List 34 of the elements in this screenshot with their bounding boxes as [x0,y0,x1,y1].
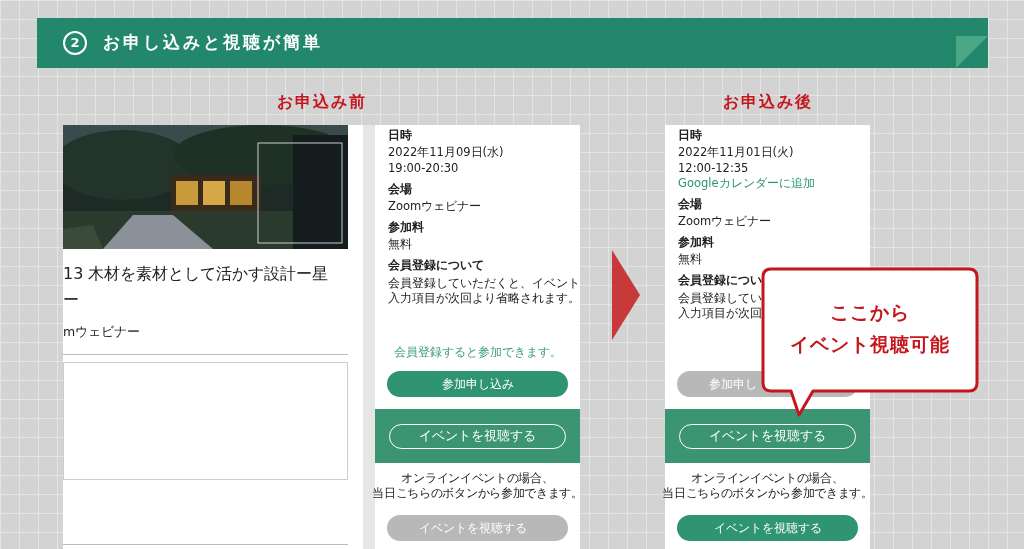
info-heading: 会員登録について [388,258,484,273]
info-paragraph: 会員登録してい 入力項目が次回 [678,291,762,321]
callout-text: ここから イベント視聴可能 [789,300,951,357]
before-label: お申込み前 [275,91,368,110]
info-heading: 会員登録につい [678,273,762,288]
info-heading: 日時 [678,128,702,143]
text-area[interactable] [63,361,348,480]
calendar-link[interactable]: Googleカレンダーに追加 [678,176,815,190]
info-value: Zoomウェビナー [678,214,772,228]
after-label: お申込み後 [721,91,814,110]
arrow-icon [612,250,640,340]
info-heading: 参加料 [388,220,424,235]
info-paragraph: 会員登録していただくと、イベント 入力項目が次回より省略されます。 [388,276,580,306]
primary-button[interactable]: 参加申し込み [387,371,568,397]
step-number: 2 [63,31,87,55]
info-heading: 日時 [388,128,412,143]
event-title: 13 木材を素材として活かす設計ー星 ー [63,263,330,311]
info-value: 2022年11月09日(水) [388,145,504,159]
info-value: 無料 [678,252,702,266]
section-title: お申し込みと視聴が簡単 [103,31,323,55]
corner-fold-drawing [956,36,988,68]
primary-button[interactable]: イベントを視聴する [677,515,858,541]
online-caption: オンラインイベントの場合、 当日こちらのボタンから参加できます。 [372,471,583,501]
registration-note: 会員登録すると参加できます。 [393,343,562,361]
online-caption: オンラインイベントの場合、 当日こちらのボタンから参加できます。 [662,471,873,501]
info-value: 無料 [388,237,412,251]
info-value: 12:00-12:35 [678,161,749,175]
info-heading: 会場 [678,197,702,212]
info-value: 2022年11月01日(火) [678,145,794,159]
info-value: Zoomウェビナー [388,199,482,213]
info-value: 19:00-20:30 [388,161,459,175]
info-heading: 会場 [388,182,412,197]
venue-text: mウェビナー [63,323,141,341]
info-heading: 参加料 [678,235,714,250]
